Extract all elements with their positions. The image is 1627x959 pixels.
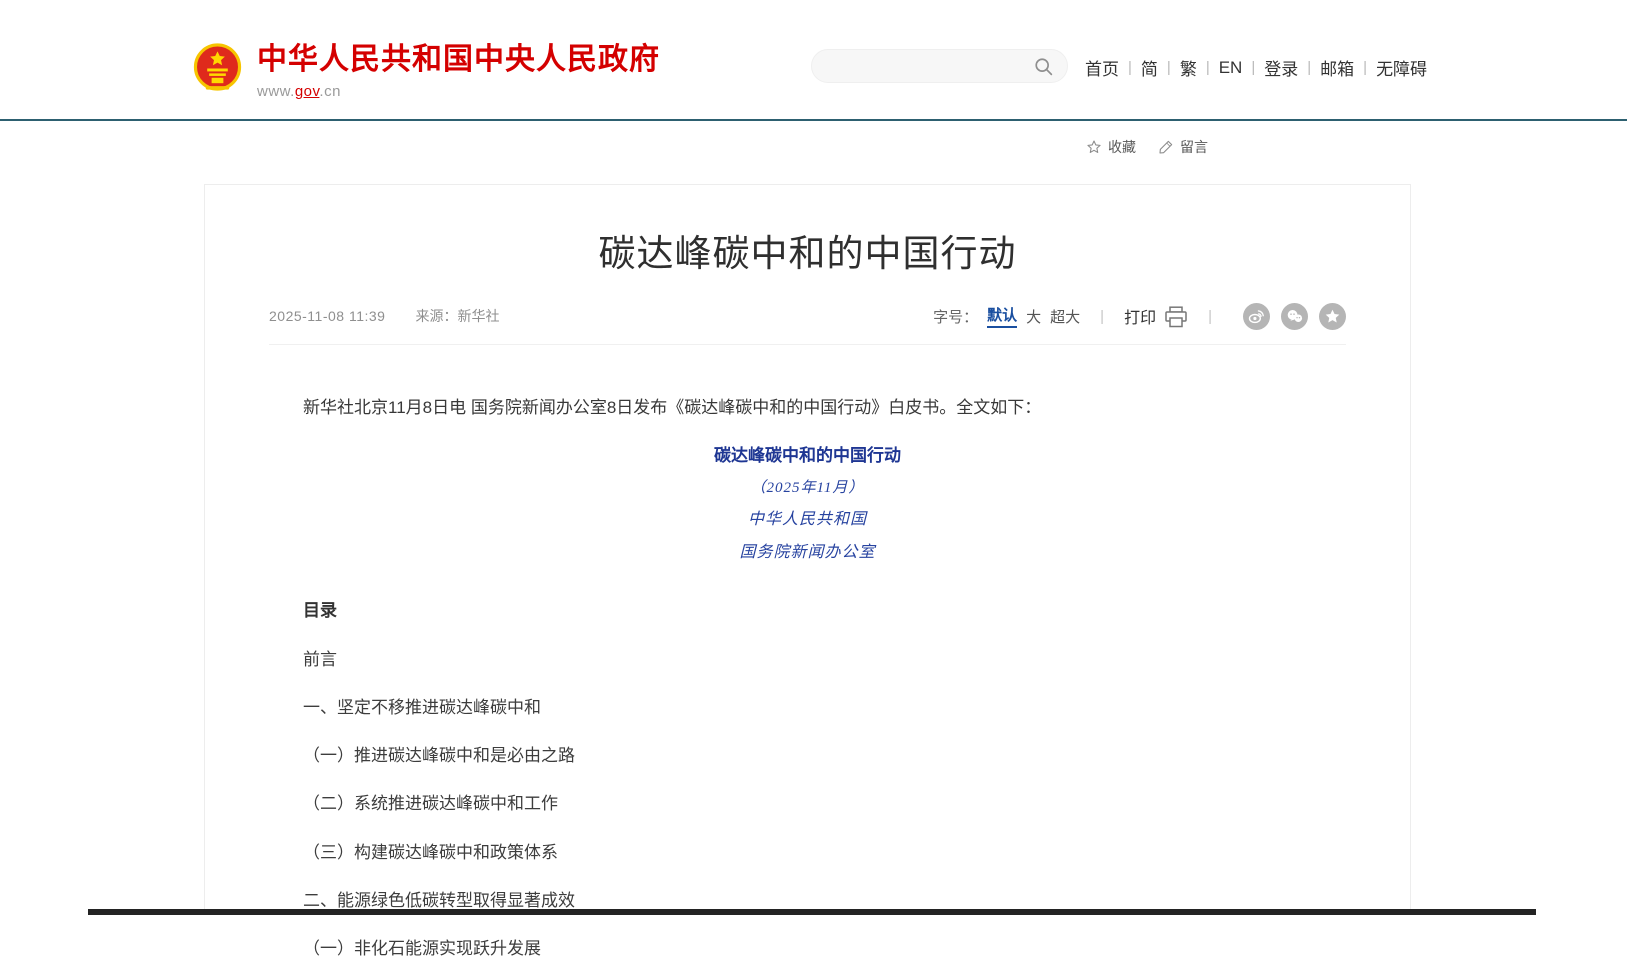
bottom-bar xyxy=(88,909,1536,915)
nav-link-0[interactable]: 首页 xyxy=(1085,55,1119,80)
nav-link-2[interactable]: 繁 xyxy=(1180,55,1197,80)
print-label: 打印 xyxy=(1124,304,1156,328)
top-nav: 首页 | 简 | 繁 | EN | 登录 | 邮箱 | 无障碍 xyxy=(1085,55,1427,80)
toc-item: 二、能源绿色低碳转型取得显著成效 xyxy=(269,890,1346,911)
weibo-icon[interactable] xyxy=(1243,303,1270,330)
message-button[interactable]: 留言 xyxy=(1158,137,1208,157)
site-url-gov: gov xyxy=(295,83,320,100)
separator: | xyxy=(1208,308,1212,325)
nav-link-6[interactable]: 无障碍 xyxy=(1376,55,1427,80)
font-size-label: 字号： xyxy=(933,306,978,327)
toc-heading: 目录 xyxy=(269,600,1346,621)
font-size-option-2[interactable]: 超大 xyxy=(1050,306,1080,327)
toc-item: 一、坚定不移推进碳达峰碳中和 xyxy=(269,697,1346,718)
search-box[interactable] xyxy=(811,49,1068,83)
separator: | xyxy=(1100,308,1104,325)
page-actions: 收藏 留言 xyxy=(1086,137,1230,157)
printer-icon xyxy=(1164,306,1188,327)
doc-issuer-line-1: 中华人民共和国 xyxy=(269,510,1346,530)
toc-item: 前言 xyxy=(269,649,1346,670)
nav-link-5[interactable]: 邮箱 xyxy=(1320,55,1354,80)
nav-link-4[interactable]: 登录 xyxy=(1264,55,1298,80)
font-size-option-0[interactable]: 默认 xyxy=(987,304,1017,328)
search-input[interactable] xyxy=(830,52,1025,80)
site-logo[interactable]: 中华人民共和国中央人民政府 www.gov.cn xyxy=(193,40,660,100)
wechat-icon[interactable] xyxy=(1281,303,1308,330)
star-icon xyxy=(1086,139,1102,155)
favorite-button[interactable]: 收藏 xyxy=(1086,137,1136,157)
search-icon[interactable] xyxy=(1033,56,1054,77)
toc-item: （三）构建碳达峰碳中和政策体系 xyxy=(269,842,1346,863)
source-label: 来源： xyxy=(415,308,457,324)
site-url-cn: .cn xyxy=(319,83,341,100)
font-size-option-1[interactable]: 大 xyxy=(1026,306,1041,327)
doc-date-line: （2025年11月） xyxy=(269,479,1346,498)
site-url-www: www. xyxy=(257,83,295,100)
national-emblem-icon xyxy=(193,40,242,96)
meta-divider xyxy=(269,344,1346,345)
site-url: www.gov.cn xyxy=(257,83,660,100)
doc-issuer-line-2: 国务院新闻办公室 xyxy=(269,543,1346,563)
nav-separator: | xyxy=(1128,59,1132,76)
article-meta: 2025-11-08 11:39 来源：新华社 字号： 默认大超大 | 打印 | xyxy=(269,304,1346,328)
nav-separator: | xyxy=(1167,59,1171,76)
site-title: 中华人民共和国中央人民政府 xyxy=(257,43,660,76)
nav-link-1[interactable]: 简 xyxy=(1141,55,1158,80)
print-button[interactable]: 打印 xyxy=(1124,304,1188,328)
article-body: 新华社北京11月8日电 国务院新闻办公室8日发布《碳达峰碳中和的中国行动》白皮书… xyxy=(269,397,1346,959)
publish-date: 2025-11-08 11:39 xyxy=(269,308,385,324)
source-name[interactable]: 新华社 xyxy=(457,308,499,324)
article-title: 碳达峰碳中和的中国行动 xyxy=(205,235,1410,272)
article-container: 碳达峰碳中和的中国行动 2025-11-08 11:39 来源：新华社 字号： … xyxy=(204,184,1411,915)
nav-separator: | xyxy=(1251,59,1255,76)
message-label: 留言 xyxy=(1180,137,1208,157)
nav-separator: | xyxy=(1307,59,1311,76)
favorite-label: 收藏 xyxy=(1108,137,1136,157)
meta-controls: 字号： 默认大超大 | 打印 | xyxy=(933,303,1346,330)
nav-link-3[interactable]: EN xyxy=(1219,58,1243,78)
doc-title: 碳达峰碳中和的中国行动 xyxy=(269,445,1346,466)
lead-paragraph: 新华社北京11月8日电 国务院新闻办公室8日发布《碳达峰碳中和的中国行动》白皮书… xyxy=(269,397,1346,418)
toc-item: （二）系统推进碳达峰碳中和工作 xyxy=(269,793,1346,814)
font-size-options: 默认大超大 xyxy=(978,304,1080,328)
nav-separator: | xyxy=(1206,59,1210,76)
toc-item: （一）非化石能源实现跃升发展 xyxy=(269,938,1346,959)
nav-separator: | xyxy=(1363,59,1367,76)
toc-item: （一）推进碳达峰碳中和是必由之路 xyxy=(269,745,1346,766)
share-icons xyxy=(1232,303,1346,330)
site-header: 中华人民共和国中央人民政府 www.gov.cn 首页 | 简 | 繁 | EN | 登录 | 邮箱… xyxy=(0,0,1627,121)
pencil-icon xyxy=(1158,139,1174,155)
meta-left: 2025-11-08 11:39 来源：新华社 xyxy=(269,306,499,326)
qzone-icon[interactable] xyxy=(1319,303,1346,330)
